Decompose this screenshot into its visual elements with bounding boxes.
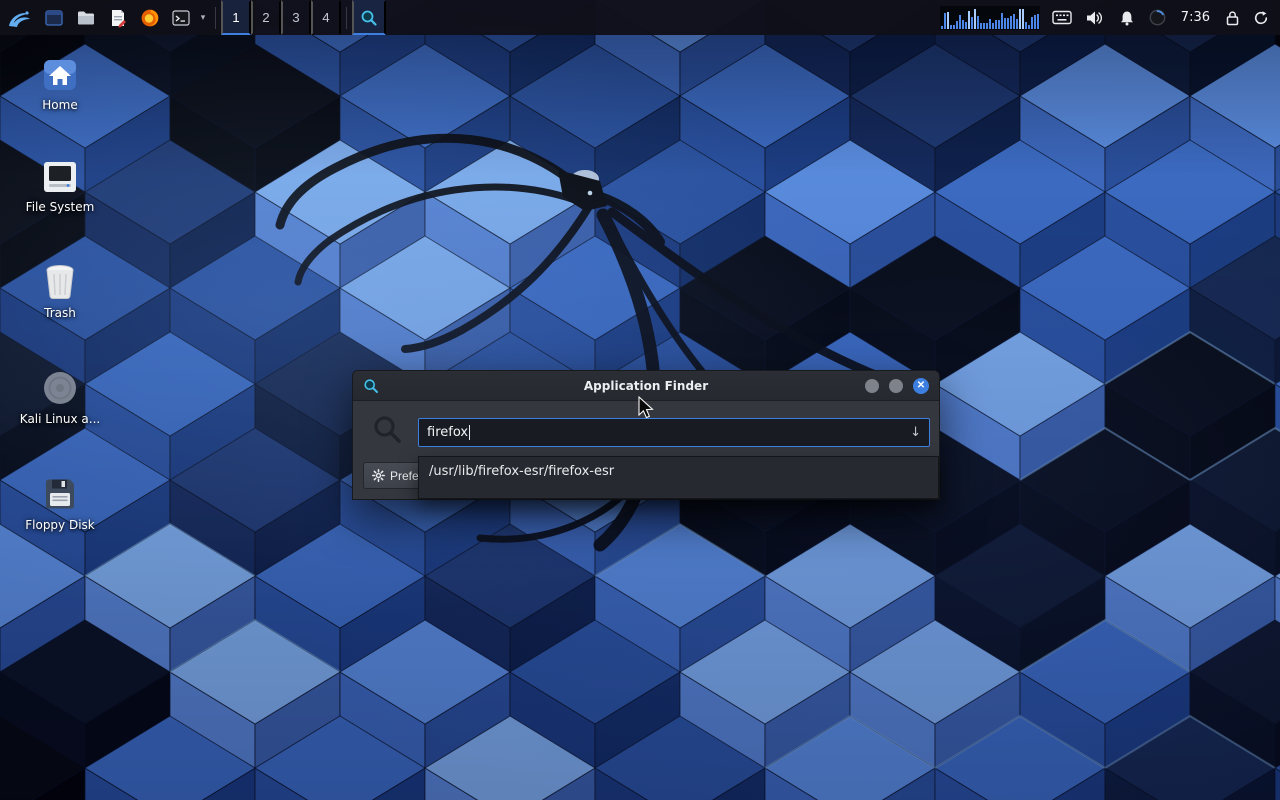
floppy-disk-icon xyxy=(42,476,78,512)
app-finder-task-icon xyxy=(360,9,378,27)
file-system-icon xyxy=(42,160,78,194)
maximize-button[interactable] xyxy=(889,379,903,393)
desktop-icon-trash[interactable]: Trash xyxy=(12,264,108,321)
terminal-menu-chevron[interactable]: ▾ xyxy=(196,0,210,35)
session-restart-icon xyxy=(1253,10,1269,26)
desktop-icon-label: Floppy Disk xyxy=(12,518,108,533)
kali-menu-button[interactable] xyxy=(0,0,38,35)
desktop-icon-label: Kali Linux a... xyxy=(12,412,108,427)
gear-icon xyxy=(372,469,385,482)
kali-docs-icon xyxy=(42,370,78,406)
completion-item[interactable]: /usr/lib/firefox-esr/firefox-esr xyxy=(419,457,938,486)
desktop-icon-label: Home xyxy=(12,98,108,113)
window-titlebar[interactable]: Application Finder ✕ xyxy=(353,371,939,401)
firefox-launcher-button[interactable] xyxy=(134,0,166,35)
entry-dropdown-arrow-icon[interactable]: ↓ xyxy=(910,425,921,440)
completion-dropdown: /usr/lib/firefox-esr/firefox-esr xyxy=(418,456,939,499)
kali-logo-icon xyxy=(6,6,32,30)
close-button[interactable]: ✕ xyxy=(913,378,929,394)
workspace-4[interactable]: 4 xyxy=(311,0,341,35)
cpu-graph-icon[interactable] xyxy=(940,6,1040,30)
app-finder-body: firefox ↓ Preferences /usr/lib/firefox-e… xyxy=(353,401,939,500)
window-launcher-button[interactable] xyxy=(38,0,70,35)
desktop-icon-home[interactable]: Home xyxy=(12,58,108,113)
application-finder-window: Application Finder ✕ firefox ↓ xyxy=(352,370,940,500)
status-circle-icon xyxy=(1149,9,1166,26)
document-icon xyxy=(108,8,128,28)
volume-icon xyxy=(1086,10,1104,26)
taskbar-app-finder-button[interactable] xyxy=(352,0,386,35)
workspace-switcher: 1 2 3 4 xyxy=(221,0,341,35)
keyboard-indicator-button[interactable] xyxy=(1051,0,1073,35)
volume-button[interactable] xyxy=(1084,0,1106,35)
minimize-button[interactable] xyxy=(865,379,879,393)
window-title: Application Finder xyxy=(353,379,939,393)
search-input-value: firefox xyxy=(427,425,468,440)
keyboard-icon xyxy=(1052,10,1072,25)
workspace-2[interactable]: 2 xyxy=(251,0,281,35)
clock[interactable]: 7:36 xyxy=(1179,10,1212,25)
lock-icon xyxy=(1225,10,1240,26)
trash-icon xyxy=(43,264,77,300)
system-tray: 7:36 xyxy=(940,0,1280,35)
desktop-icon-label: File System xyxy=(12,200,108,215)
bell-icon xyxy=(1119,10,1135,26)
text-editor-launcher-button[interactable] xyxy=(102,0,134,35)
workspace-1[interactable]: 1 xyxy=(221,0,251,35)
desktop-icon-label: Trash xyxy=(12,306,108,321)
desktop-icon-floppy-disk[interactable]: Floppy Disk xyxy=(12,476,108,533)
folder-icon xyxy=(76,8,96,28)
top-panel: ▾ 1 2 3 4 xyxy=(0,0,1280,35)
text-caret xyxy=(469,425,470,440)
status-circle-button[interactable] xyxy=(1148,0,1168,35)
window-icon xyxy=(44,8,64,28)
workspace-3[interactable]: 3 xyxy=(281,0,311,35)
session-menu-button[interactable] xyxy=(1252,0,1270,35)
desktop-icon-kali-linux[interactable]: Kali Linux a... xyxy=(12,370,108,427)
lock-screen-button[interactable] xyxy=(1223,0,1241,35)
panel-separator xyxy=(215,7,216,29)
terminal-icon xyxy=(171,8,191,28)
terminal-launcher-button[interactable] xyxy=(166,0,196,35)
panel-separator xyxy=(346,7,347,29)
desktop-icon-file-system[interactable]: File System xyxy=(12,160,108,215)
file-manager-launcher-button[interactable] xyxy=(70,0,102,35)
home-icon xyxy=(41,58,79,92)
search-icon xyxy=(372,414,402,448)
search-input[interactable]: firefox ↓ xyxy=(418,418,930,447)
notifications-button[interactable] xyxy=(1117,0,1137,35)
firefox-icon xyxy=(140,8,160,28)
